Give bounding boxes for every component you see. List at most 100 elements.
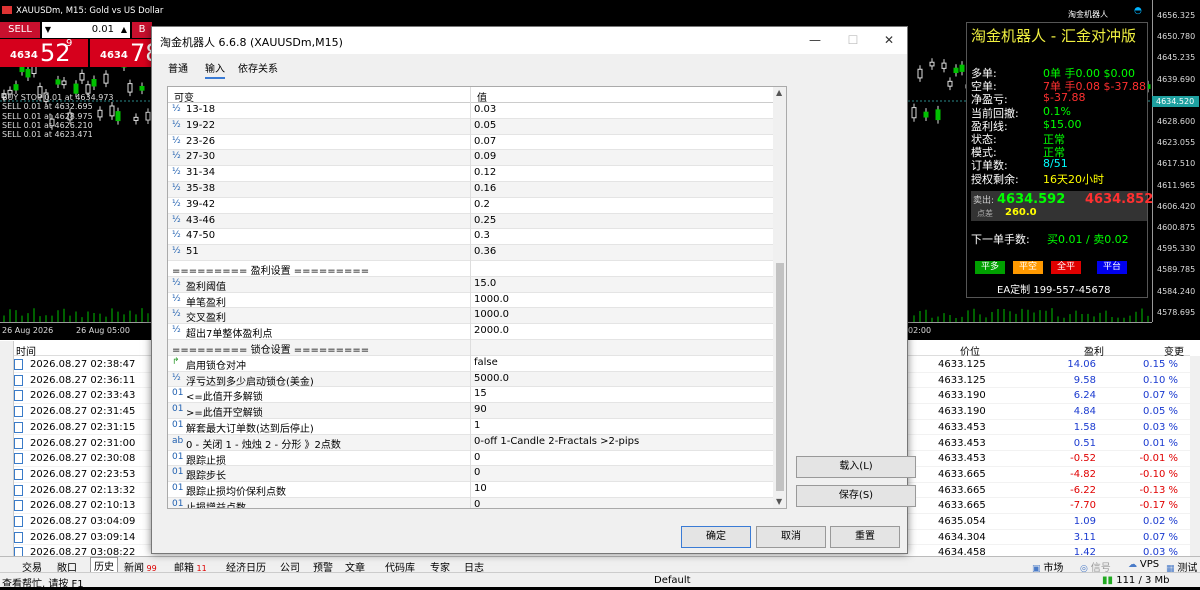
input-row[interactable]: ½ 交叉盈利 1000.0 <box>168 308 773 325</box>
order-line-label[interactable]: BUY STOP 0.01 at 4634.973 <box>2 93 114 102</box>
input-row[interactable]: ½ 单笔盈利 1000.0 <box>168 292 773 309</box>
candle <box>935 109 941 121</box>
order-line-label[interactable]: SELL 0.01 at 4623.471 <box>2 130 93 139</box>
input-value[interactable]: 0 <box>474 499 480 508</box>
input-row[interactable]: 01 跟踪步长 0 <box>168 466 773 483</box>
input-row[interactable]: ↱ 启用锁仓对冲 false <box>168 355 773 372</box>
input-row[interactable]: ½ 51 0.36 <box>168 245 773 262</box>
one-click-sell-button[interactable]: SELL <box>0 22 40 38</box>
buy-price-box[interactable]: 4634 78 <box>90 39 161 67</box>
input-row[interactable]: 01 解套最大订单数(达到后停止) 1 <box>168 419 773 435</box>
input-row[interactable]: ½ 19-22 0.05 <box>168 118 773 135</box>
input-value[interactable]: 90 <box>474 404 487 415</box>
input-value[interactable]: 0.12 <box>474 167 496 178</box>
save-button[interactable]: 保存(S) <box>796 485 916 507</box>
input-value[interactable]: 15.0 <box>474 278 496 289</box>
close-all-button[interactable]: 全平 <box>1051 261 1081 274</box>
input-value[interactable]: 0.07 <box>474 136 496 147</box>
input-row[interactable]: 01 跟踪止损均价保利点数 10 <box>168 482 773 499</box>
input-value[interactable]: 1000.0 <box>474 309 509 320</box>
input-row[interactable]: ½ 31-34 0.12 <box>168 166 773 183</box>
scroll-thumb[interactable] <box>776 263 784 491</box>
input-row[interactable]: 01 >=此值开空解锁 90 <box>168 403 773 420</box>
time-tick: 02:00 <box>908 326 932 335</box>
input-row[interactable]: ½ 超出7单整体盈利点 2000.0 <box>168 324 773 341</box>
grid-scrollbar[interactable]: ▲ ▼ <box>773 87 786 508</box>
double-type-icon: ½ <box>172 104 181 114</box>
platform-button[interactable]: 平台 <box>1097 261 1127 274</box>
close-icon[interactable]: ✕ <box>874 30 904 50</box>
input-row[interactable]: ½ 43-46 0.25 <box>168 213 773 230</box>
input-value[interactable]: 10 <box>474 483 487 494</box>
input-value[interactable]: 0.03 <box>474 104 496 115</box>
input-row[interactable]: ========= 盈利设置 ========= <box>168 261 773 277</box>
history-change: 0.07 % <box>1143 390 1178 402</box>
input-value[interactable]: 0 <box>474 452 480 463</box>
history-change: 0.07 % <box>1143 531 1178 543</box>
sell-price-box[interactable]: 4634 52 9 <box>0 38 88 67</box>
input-value[interactable]: 1000.0 <box>474 294 509 305</box>
reset-button[interactable]: 重置 <box>830 526 900 548</box>
tab-dependencies[interactable]: 依存关系 <box>238 60 278 75</box>
col-profit[interactable]: 盈利 <box>1084 343 1104 358</box>
scroll-up-icon[interactable]: ▲ <box>776 88 782 97</box>
tab-inputs[interactable]: 输入 <box>205 60 225 79</box>
lot-down-icon[interactable]: ▼ <box>42 22 54 38</box>
col-value[interactable]: 值 <box>477 89 487 104</box>
order-line-label[interactable]: SELL 0.01 at 4632.695 <box>2 102 93 111</box>
input-value[interactable]: 0.09 <box>474 151 496 162</box>
input-value[interactable]: 0.25 <box>474 215 496 226</box>
lot-input[interactable]: 0.01 <box>54 22 118 38</box>
input-row[interactable]: ab 0 - 关闭 1 - 烛烛 2 - 分形 》2点数 0-off 1-Candl… <box>168 434 773 451</box>
input-value[interactable]: 2000.0 <box>474 325 509 336</box>
ok-button[interactable]: 确定 <box>681 526 751 548</box>
col-price[interactable]: 价位 <box>960 343 980 358</box>
input-row[interactable]: ½ 盈利阈值 15.0 <box>168 276 773 293</box>
col-variable[interactable]: 可变 <box>174 89 194 104</box>
input-value[interactable]: 0.2 <box>474 199 490 210</box>
hat-icon: ◓ <box>1134 6 1142 16</box>
input-row[interactable]: ½ 35-38 0.16 <box>168 182 773 198</box>
input-row[interactable]: ½ 浮亏达到多少启动锁仓(美金) 5000.0 <box>168 371 773 388</box>
input-row[interactable]: ½ 47-50 0.3 <box>168 229 773 246</box>
input-row[interactable]: ½ 39-42 0.2 <box>168 197 773 214</box>
terminal-scrollbar[interactable] <box>1190 356 1200 556</box>
input-value[interactable]: 15 <box>474 388 487 399</box>
input-value[interactable]: 5000.0 <box>474 373 509 384</box>
input-row[interactable]: ½ 23-26 0.07 <box>168 134 773 151</box>
load-button[interactable]: 载入(L) <box>796 456 916 478</box>
inputs-grid: 可变 值 ½ 13-18 0.03 ½ 19-22 0.05 ½ 23-26 0.07 ½ 27-3… <box>167 86 787 509</box>
col-change[interactable]: 变更 <box>1164 343 1184 358</box>
double-type-icon: ½ <box>172 198 181 209</box>
input-value[interactable]: 0-off 1-Candle 2-Fractals >2-pips <box>474 436 639 447</box>
input-value[interactable]: 0 <box>474 467 480 478</box>
input-row[interactable]: ½ 13-18 0.03 <box>168 103 773 119</box>
minimize-icon[interactable]: — <box>800 30 830 50</box>
close-buy-button[interactable]: 平多 <box>975 261 1005 274</box>
input-row[interactable]: 01 跟踪止损 0 <box>168 450 773 467</box>
col-time[interactable]: 时间 <box>16 343 36 358</box>
input-row[interactable]: 01 止损增益点数 0 <box>168 498 773 508</box>
one-click-buy-button[interactable]: B <box>132 22 152 38</box>
tab-general[interactable]: 普通 <box>168 60 188 75</box>
input-value[interactable]: 0.3 <box>474 230 490 241</box>
candle <box>959 64 965 72</box>
scroll-down-icon[interactable]: ▼ <box>776 497 782 506</box>
terminal-right-item[interactable]: ☁ VPS <box>1128 559 1159 570</box>
lot-up-icon[interactable]: ▲ <box>118 22 130 38</box>
cancel-button[interactable]: 取消 <box>756 526 826 548</box>
dialog-titlebar[interactable]: 淘金机器人 6.6.8 (XAUUSDm,M15) — ☐ ✕ <box>152 27 907 54</box>
candle <box>139 85 145 91</box>
input-row[interactable]: ========= 锁仓设置 ========= <box>168 340 773 356</box>
input-row[interactable]: 01 <=此值开多解锁 15 <box>168 387 773 404</box>
input-value[interactable]: 0.05 <box>474 120 496 131</box>
close-sell-button[interactable]: 平空 <box>1013 261 1043 274</box>
input-row[interactable]: ½ 27-30 0.09 <box>168 150 773 167</box>
input-value[interactable]: 0.36 <box>474 246 496 257</box>
input-value[interactable]: 0.16 <box>474 183 496 194</box>
order-line-label[interactable]: SELL 0.01 at 4628.975 <box>2 112 93 121</box>
price-tick: 4584.240 <box>1157 286 1196 296</box>
input-value[interactable]: 1 <box>474 420 480 431</box>
input-value[interactable]: false <box>474 357 498 368</box>
order-line-label[interactable]: SELL 0.01 at 4626.210 <box>2 121 93 130</box>
